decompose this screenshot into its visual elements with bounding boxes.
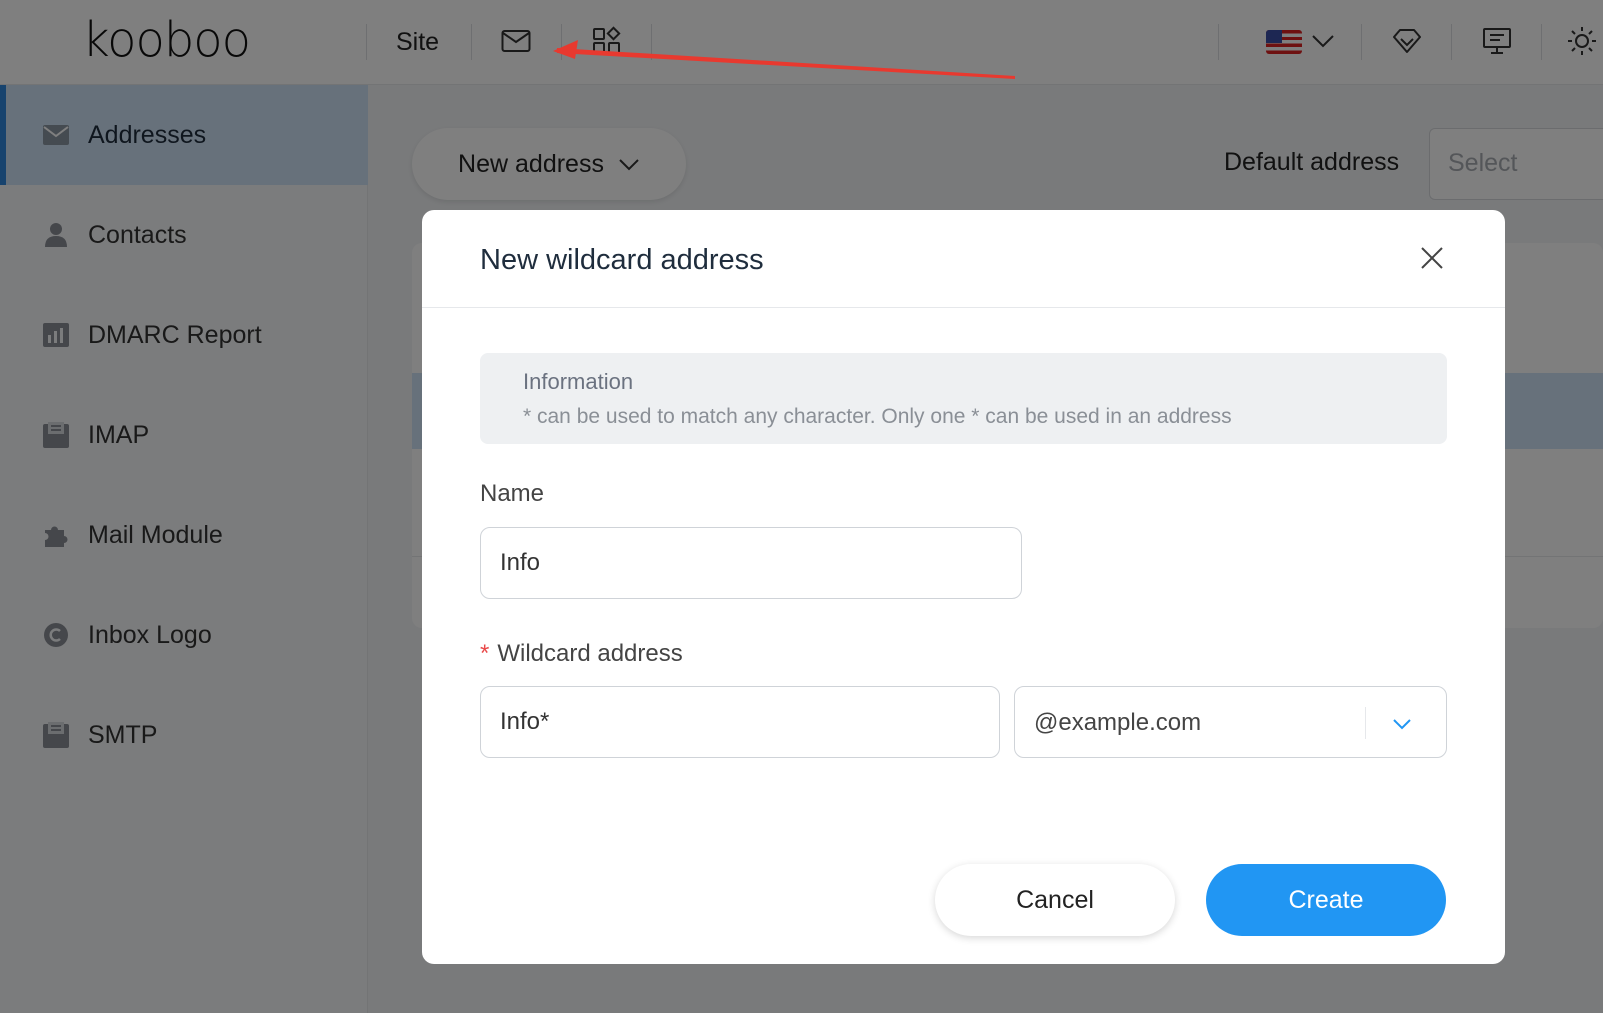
close-icon[interactable]	[1412, 238, 1452, 278]
wildcard-address-label: * Wildcard address	[480, 640, 683, 668]
domain-select[interactable]: @example.com	[1014, 686, 1447, 758]
cancel-button[interactable]: Cancel	[935, 864, 1175, 936]
name-label: Name	[480, 480, 545, 507]
required-mark: *	[480, 640, 490, 667]
info-title: Information	[523, 369, 634, 394]
create-button[interactable]: Create	[1206, 864, 1446, 936]
divider	[1365, 707, 1366, 739]
wildcard-address-input[interactable]: Info*	[480, 686, 1000, 758]
chevron-down-icon[interactable]	[1387, 709, 1417, 739]
info-text: * can be used to match any character. On…	[523, 405, 1232, 428]
dialog-title: New wildcard address	[480, 244, 764, 276]
name-input[interactable]: Info	[480, 527, 1022, 599]
divider	[422, 307, 1505, 308]
wildcard-address-label-text: Wildcard address	[497, 640, 683, 667]
new-wildcard-address-dialog: New wildcard address Information * can b…	[422, 210, 1505, 964]
information-box: Information * can be used to match any c…	[480, 353, 1447, 444]
domain-select-value: @example.com	[1034, 709, 1202, 736]
